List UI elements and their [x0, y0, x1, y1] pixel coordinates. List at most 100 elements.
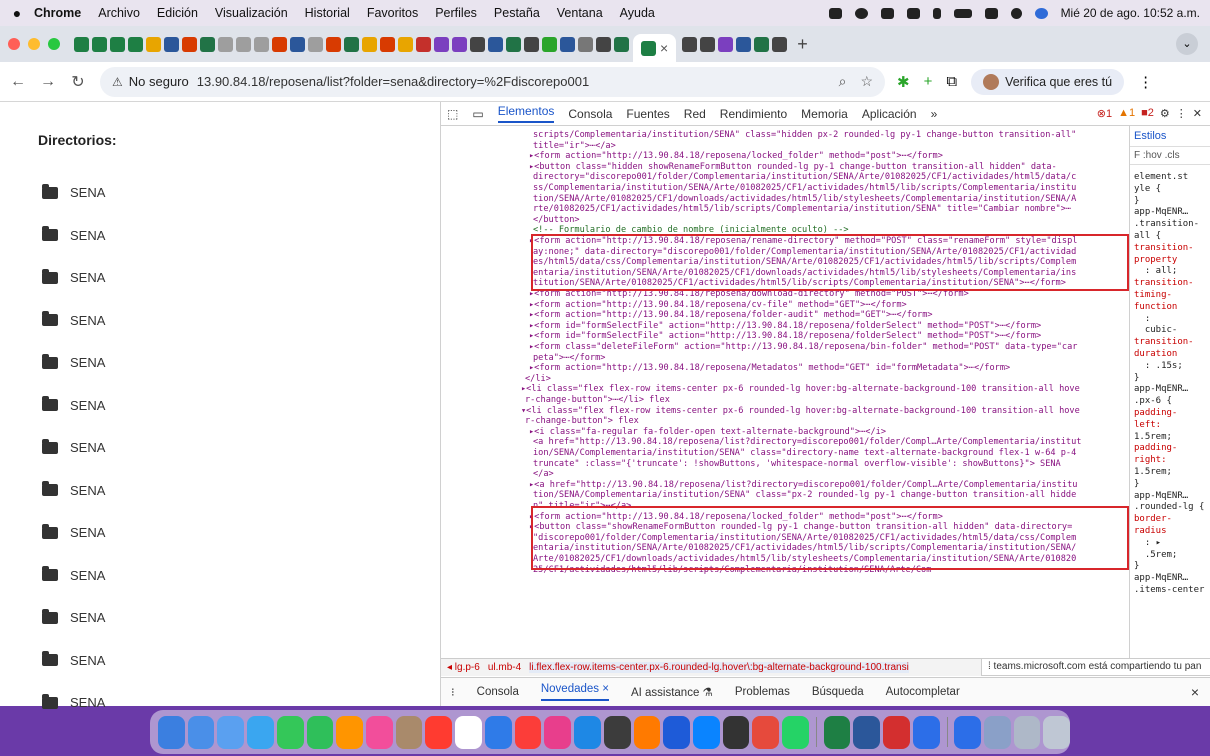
breadcrumb-item[interactable]: ul.mb-4 [488, 662, 521, 673]
directory-item[interactable]: SENA [42, 566, 105, 583]
dom-node-line[interactable]: ▸<form action="http://13.90.84.18/repose… [529, 151, 1129, 162]
drawer-menu-icon[interactable]: ⁝ [451, 685, 455, 699]
extension-plus-icon[interactable]: + [924, 73, 933, 90]
drawer-tab-busqueda[interactable]: Búsqueda [812, 686, 864, 698]
dom-node-line[interactable]: ▸<form action="http://13.90.84.18/repose… [529, 363, 1129, 374]
style-rule-line[interactable]: } [1134, 479, 1139, 489]
style-rule-line[interactable]: app-MqENR… [1134, 207, 1188, 217]
dom-node-line[interactable]: scripts/Complementaria/institution/SENA"… [533, 130, 1129, 141]
dock-app-icon[interactable] [954, 715, 982, 749]
menu-pestana[interactable]: Pestaña [494, 6, 540, 20]
dock-app-icon[interactable] [633, 715, 661, 749]
dock-app-icon[interactable] [984, 715, 1011, 749]
back-arrow-icon[interactable]: ← [6, 73, 30, 91]
dom-node-line[interactable]: ▸<form class="deleteFileForm" action="ht… [529, 342, 1129, 353]
tab-favicon[interactable] [416, 36, 431, 52]
menu-app-name[interactable]: Chrome [34, 6, 81, 20]
new-tab-button[interactable]: + [797, 34, 808, 55]
menubar-datetime[interactable]: Mié 20 de ago. 10:52 a.m. [1061, 6, 1200, 20]
dom-node-line[interactable]: </li> [525, 374, 1129, 385]
style-rule-line[interactable]: : .15s; [1134, 361, 1183, 371]
tab-favicon[interactable] [542, 36, 557, 52]
style-rule-line[interactable]: radius [1134, 526, 1167, 536]
dock-app-icon[interactable] [455, 715, 482, 749]
tab-favicon[interactable] [146, 36, 161, 52]
directory-name[interactable]: SENA [70, 483, 105, 498]
menu-historial[interactable]: Historial [305, 6, 350, 20]
dock-app-icon[interactable] [853, 715, 881, 749]
style-rule-line[interactable]: .rounded-lg { [1134, 502, 1204, 512]
tab-fuentes[interactable]: Fuentes [626, 107, 669, 121]
tab-favicon[interactable] [524, 36, 539, 52]
dom-node-line[interactable]: truncate" :class="{'truncate': !showButt… [533, 459, 1129, 470]
style-rule-line[interactable]: right: [1134, 455, 1167, 465]
tab-rendimiento[interactable]: Rendimiento [720, 107, 787, 121]
tab-favicon[interactable] [272, 36, 287, 52]
drawer-tab-autocompletar[interactable]: Autocompletar [886, 686, 960, 698]
dom-node-line[interactable]: ▾<li class="flex flex-row items-center p… [521, 406, 1129, 417]
tab-memoria[interactable]: Memoria [801, 107, 848, 121]
style-rule-line[interactable]: } [1134, 196, 1139, 206]
directory-item[interactable]: SENA [42, 311, 105, 328]
tab-search-chevron-icon[interactable]: ⌄ [1176, 33, 1198, 55]
dock-app-icon[interactable] [823, 715, 851, 749]
dock-app-icon[interactable] [247, 715, 274, 749]
directory-item[interactable]: SENA [42, 481, 105, 498]
tab-favicon[interactable] [772, 36, 788, 52]
cloud-icon[interactable] [828, 7, 842, 19]
directory-name[interactable]: SENA [70, 228, 105, 243]
dom-node-line[interactable]: rte/01082025/CF1/actividades/html5/lib/s… [533, 204, 1129, 215]
style-rule-line[interactable]: } [1134, 373, 1139, 383]
tab-favicon[interactable] [290, 36, 305, 52]
close-window-button[interactable] [8, 38, 20, 50]
style-rule-line[interactable]: property [1134, 255, 1177, 265]
style-rule-line[interactable]: app-MqENR… [1134, 384, 1188, 394]
tab-favicon[interactable] [614, 36, 629, 52]
style-rule-line[interactable]: padding- [1134, 408, 1177, 418]
directory-name[interactable]: SENA [70, 525, 105, 540]
forward-arrow-icon[interactable]: → [36, 73, 60, 91]
tab-favicon[interactable] [754, 36, 770, 52]
style-rule-line[interactable]: left: [1134, 420, 1161, 430]
style-rule-line[interactable]: cubic- [1134, 325, 1178, 335]
drawer-tab-novedades[interactable]: Novedades × [540, 683, 609, 701]
directory-item[interactable]: SENA [42, 693, 105, 710]
dock-app-icon[interactable] [912, 715, 940, 749]
tab-aplicacion[interactable]: Aplicación [862, 107, 917, 121]
tab-favicon[interactable] [488, 36, 503, 52]
menu-visualizacion[interactable]: Visualización [215, 6, 288, 20]
tab-favicon[interactable] [506, 36, 521, 52]
devtools-close-icon[interactable]: ✕ [1193, 107, 1202, 120]
dom-node-line[interactable]: </button> [533, 215, 1129, 226]
dom-node-line[interactable]: ▸<button class="hidden showRenameFormBut… [529, 162, 1129, 173]
inspect-icon[interactable]: ⬚ [447, 107, 458, 121]
dock-app-icon[interactable] [722, 715, 750, 749]
tab-favicon[interactable] [452, 36, 467, 52]
style-rule-line[interactable]: .items-center [1134, 585, 1204, 595]
directory-item[interactable]: SENA [42, 268, 105, 285]
directory-item[interactable]: SENA [42, 438, 105, 455]
dom-node-line[interactable]: ▸<form action="http://13.90.84.18/repose… [529, 310, 1129, 321]
dom-node-line[interactable]: ▸<li class="flex flex-row items-center p… [521, 384, 1129, 395]
style-rule-line[interactable]: all { [1134, 231, 1161, 241]
tab-favicon[interactable] [236, 36, 251, 52]
device-toggle-icon[interactable]: ▭ [472, 107, 483, 121]
active-tab[interactable]: × [633, 34, 677, 62]
directory-item[interactable]: SENA [42, 396, 105, 413]
extension-icon[interactable]: ✱ [897, 73, 910, 91]
dock-app-icon[interactable] [514, 715, 542, 749]
style-rule-line[interactable]: .5rem; [1134, 550, 1178, 560]
dock-app-icon[interactable] [425, 715, 453, 749]
tab-favicon[interactable] [362, 36, 377, 52]
tab-favicon[interactable] [434, 36, 449, 52]
dock-app-icon[interactable] [603, 715, 631, 749]
dom-node-line[interactable]: ▸<a href="http://13.90.84.18/reposena/li… [529, 480, 1129, 491]
tab-favicon[interactable] [736, 36, 752, 52]
dock-app-icon[interactable] [1013, 715, 1041, 749]
directory-item[interactable]: SENA [42, 226, 105, 243]
directory-name[interactable]: SENA [70, 653, 105, 668]
breadcrumb-item[interactable]: ◂ lg.p-6 [447, 662, 480, 673]
dock-app-icon[interactable] [395, 715, 423, 749]
style-rule-line[interactable]: app-MqENR… [1134, 491, 1188, 501]
directory-name[interactable]: SENA [70, 355, 105, 370]
